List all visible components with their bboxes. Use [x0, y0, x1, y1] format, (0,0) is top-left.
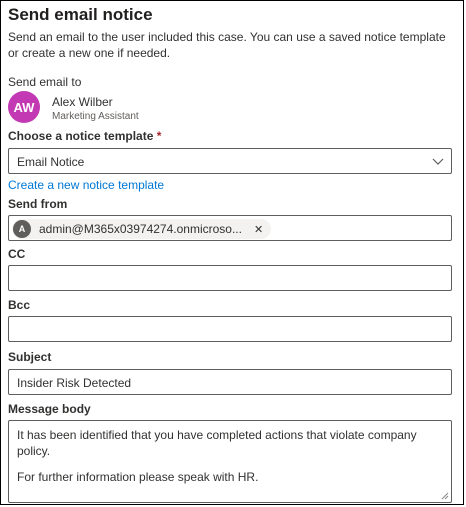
required-mark: * — [156, 129, 162, 143]
sender-address: admin@M365x03974274.onmicroso... — [39, 222, 242, 236]
subject-input[interactable]: Insider Risk Detected — [8, 369, 452, 395]
cc-label: CC — [8, 247, 26, 261]
create-template-link[interactable]: Create a new notice template — [8, 178, 164, 192]
sender-persona-chip: A admin@M365x03974274.onmicroso... ✕ — [12, 219, 272, 239]
recipient-name: Alex Wilber — [52, 95, 113, 109]
avatar: AW — [8, 91, 40, 123]
send-email-notice-panel: Send email notice Send an email to the u… — [0, 0, 464, 505]
subject-label: Subject — [8, 350, 52, 364]
close-icon[interactable]: ✕ — [254, 223, 263, 236]
message-paragraph-1: It has been identified that you have com… — [17, 428, 417, 458]
sender-avatar: A — [13, 220, 31, 238]
template-label: Choose a notice template * — [8, 129, 161, 143]
send-email-to-label: Send email to — [8, 75, 82, 89]
template-label-text: Choose a notice template — [8, 129, 154, 143]
chevron-down-icon — [432, 158, 444, 165]
cc-input[interactable] — [8, 265, 452, 291]
bcc-label: Bcc — [8, 298, 31, 312]
panel-description: Send an email to the user included this … — [8, 30, 446, 60]
avatar-initials: AW — [13, 99, 35, 115]
send-from-field[interactable]: A admin@M365x03974274.onmicroso... ✕ — [8, 215, 452, 241]
panel-title: Send email notice — [8, 5, 153, 24]
template-dropdown[interactable]: Email Notice — [8, 148, 452, 174]
message-body-content: It has been identified that you have com… — [17, 427, 437, 485]
sender-avatar-initial: A — [18, 224, 26, 234]
bcc-input[interactable] — [8, 316, 452, 342]
message-body-textarea[interactable]: It has been identified that you have com… — [8, 420, 452, 503]
message-paragraph-2: For further information please speak wit… — [17, 470, 259, 484]
subject-input-value: Insider Risk Detected — [17, 376, 132, 390]
recipient-job-title: Marketing Assistant — [52, 111, 139, 122]
template-dropdown-value: Email Notice — [17, 155, 85, 169]
send-from-label: Send from — [8, 197, 68, 211]
resize-handle-icon[interactable] — [441, 492, 449, 500]
message-body-label: Message body — [8, 402, 91, 416]
